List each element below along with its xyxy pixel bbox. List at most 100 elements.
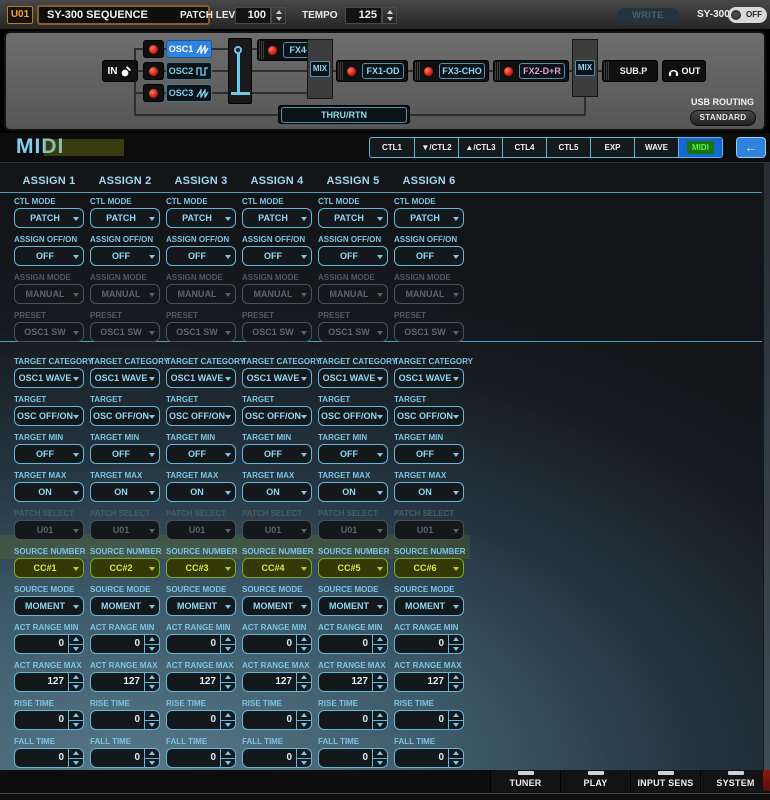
spinner-buttons[interactable] xyxy=(220,635,235,653)
act_range_max-spinner[interactable]: 127 xyxy=(242,672,312,692)
spinner-down-icon[interactable] xyxy=(69,681,83,692)
source_mode-dropdown[interactable]: MOMENT xyxy=(394,596,464,616)
act_range_min-spinner[interactable]: 0 xyxy=(242,634,312,654)
spinner-up-icon[interactable] xyxy=(297,711,311,720)
target_max-dropdown[interactable]: ON xyxy=(14,482,84,502)
spinner-buttons[interactable] xyxy=(144,673,159,691)
spinner-up-icon[interactable] xyxy=(297,635,311,644)
target_category-dropdown[interactable]: OSC1 WAVE xyxy=(14,368,84,388)
tempo-up-icon[interactable] xyxy=(383,8,396,16)
ctl_mode-dropdown[interactable]: PATCH xyxy=(242,208,312,228)
spinner-buttons[interactable] xyxy=(220,749,235,767)
spinner-up-icon[interactable] xyxy=(373,635,387,644)
spinner-up-icon[interactable] xyxy=(449,711,463,720)
spinner-buttons[interactable] xyxy=(448,673,463,691)
spinner-buttons[interactable] xyxy=(296,749,311,767)
usb-routing-button[interactable]: STANDARD xyxy=(690,110,756,126)
target_max-dropdown[interactable]: ON xyxy=(242,482,312,502)
ctl_mode-dropdown[interactable]: PATCH xyxy=(318,208,388,228)
ctl_mode-dropdown[interactable]: PATCH xyxy=(394,208,464,228)
spinner-down-icon[interactable] xyxy=(449,757,463,768)
bottom-button-play[interactable]: PLAY xyxy=(560,770,630,792)
spinner-buttons[interactable] xyxy=(296,635,311,653)
spinner-buttons[interactable] xyxy=(144,749,159,767)
source_number-dropdown[interactable]: CC#5 xyxy=(318,558,388,578)
act_range_max-spinner[interactable]: 127 xyxy=(166,672,236,692)
target-dropdown[interactable]: OSC OFF/ON xyxy=(14,406,84,426)
spinner-up-icon[interactable] xyxy=(221,749,235,758)
spinner-up-icon[interactable] xyxy=(373,711,387,720)
source_number-dropdown[interactable]: CC#6 xyxy=(394,558,464,578)
tab-ctl4[interactable]: CTL4 xyxy=(502,138,546,157)
source_mode-dropdown[interactable]: MOMENT xyxy=(90,596,160,616)
target_max-dropdown[interactable]: ON xyxy=(394,482,464,502)
fx-led-icon[interactable] xyxy=(268,45,277,55)
spinner-down-icon[interactable] xyxy=(449,719,463,730)
rise_time-spinner[interactable]: 0 xyxy=(242,710,312,730)
source_mode-dropdown[interactable]: MOMENT xyxy=(318,596,388,616)
osc-row-osc1[interactable]: OSC1 xyxy=(143,40,212,58)
spinner-buttons[interactable] xyxy=(448,711,463,729)
act_range_min-spinner[interactable]: 0 xyxy=(166,634,236,654)
scrollbar[interactable] xyxy=(763,163,770,770)
spinner-up-icon[interactable] xyxy=(145,673,159,682)
act_range_max-spinner[interactable]: 127 xyxy=(394,672,464,692)
tempo-stepper[interactable] xyxy=(382,7,397,24)
tab-ctl5[interactable]: CTL5 xyxy=(546,138,590,157)
ctl_mode-dropdown[interactable]: PATCH xyxy=(90,208,160,228)
target_min-dropdown[interactable]: OFF xyxy=(90,444,160,464)
spinner-buttons[interactable] xyxy=(372,711,387,729)
target_category-dropdown[interactable]: OSC1 WAVE xyxy=(242,368,312,388)
target_max-dropdown[interactable]: ON xyxy=(318,482,388,502)
mix2-block[interactable]: MIX xyxy=(572,39,598,97)
spinner-down-icon[interactable] xyxy=(297,681,311,692)
spinner-up-icon[interactable] xyxy=(69,635,83,644)
spinner-down-icon[interactable] xyxy=(297,757,311,768)
thru-rtn-block[interactable]: THRU/RTN xyxy=(278,105,410,124)
target_category-dropdown[interactable]: OSC1 WAVE xyxy=(166,368,236,388)
patch-level-down-icon[interactable] xyxy=(272,16,285,24)
target-dropdown[interactable]: OSC OFF/ON xyxy=(90,406,160,426)
source_mode-dropdown[interactable]: MOMENT xyxy=(14,596,84,616)
spinner-up-icon[interactable] xyxy=(449,673,463,682)
tab-exp[interactable]: EXP xyxy=(590,138,634,157)
fx-block-fx1-od[interactable]: FX1-OD xyxy=(336,60,408,82)
bottom-button-tuner[interactable]: TUNER xyxy=(490,770,560,792)
spinner-up-icon[interactable] xyxy=(449,635,463,644)
target_min-dropdown[interactable]: OFF xyxy=(14,444,84,464)
tab-ctl1[interactable]: CTL1 xyxy=(370,138,414,157)
osc-name-label[interactable]: OSC3 xyxy=(166,84,212,102)
source_number-dropdown[interactable]: CC#4 xyxy=(242,558,312,578)
tab-midi[interactable]: MIDI xyxy=(678,138,722,157)
fall_time-spinner[interactable]: 0 xyxy=(166,748,236,768)
ctl_mode-dropdown[interactable]: PATCH xyxy=(166,208,236,228)
osc-led-icon[interactable] xyxy=(149,88,158,98)
assign_off_on-dropdown[interactable]: OFF xyxy=(90,246,160,266)
source_mode-dropdown[interactable]: MOMENT xyxy=(242,596,312,616)
spinner-down-icon[interactable] xyxy=(69,719,83,730)
subp-block[interactable]: SUB.P xyxy=(602,60,658,82)
tempo-value[interactable]: 125 xyxy=(345,7,382,24)
spinner-up-icon[interactable] xyxy=(69,673,83,682)
osc-led-cell[interactable] xyxy=(143,84,164,102)
patch-level-stepper[interactable] xyxy=(271,7,286,24)
spinner-down-icon[interactable] xyxy=(373,681,387,692)
spinner-down-icon[interactable] xyxy=(449,643,463,654)
fall_time-spinner[interactable]: 0 xyxy=(242,748,312,768)
target_category-dropdown[interactable]: OSC1 WAVE xyxy=(90,368,160,388)
target_min-dropdown[interactable]: OFF xyxy=(166,444,236,464)
spinner-up-icon[interactable] xyxy=(145,635,159,644)
rise_time-spinner[interactable]: 0 xyxy=(318,710,388,730)
target_min-dropdown[interactable]: OFF xyxy=(318,444,388,464)
spinner-buttons[interactable] xyxy=(372,749,387,767)
spinner-down-icon[interactable] xyxy=(145,681,159,692)
spinner-buttons[interactable] xyxy=(144,711,159,729)
rise_time-spinner[interactable]: 0 xyxy=(90,710,160,730)
patch-bank-badge[interactable]: U01 xyxy=(7,6,33,24)
spinner-down-icon[interactable] xyxy=(221,719,235,730)
fx-block-fx3-cho[interactable]: FX3-CHO xyxy=(413,60,489,82)
target-dropdown[interactable]: OSC OFF/ON xyxy=(394,406,464,426)
assign_off_on-dropdown[interactable]: OFF xyxy=(394,246,464,266)
spinner-buttons[interactable] xyxy=(296,673,311,691)
target_max-dropdown[interactable]: ON xyxy=(166,482,236,502)
